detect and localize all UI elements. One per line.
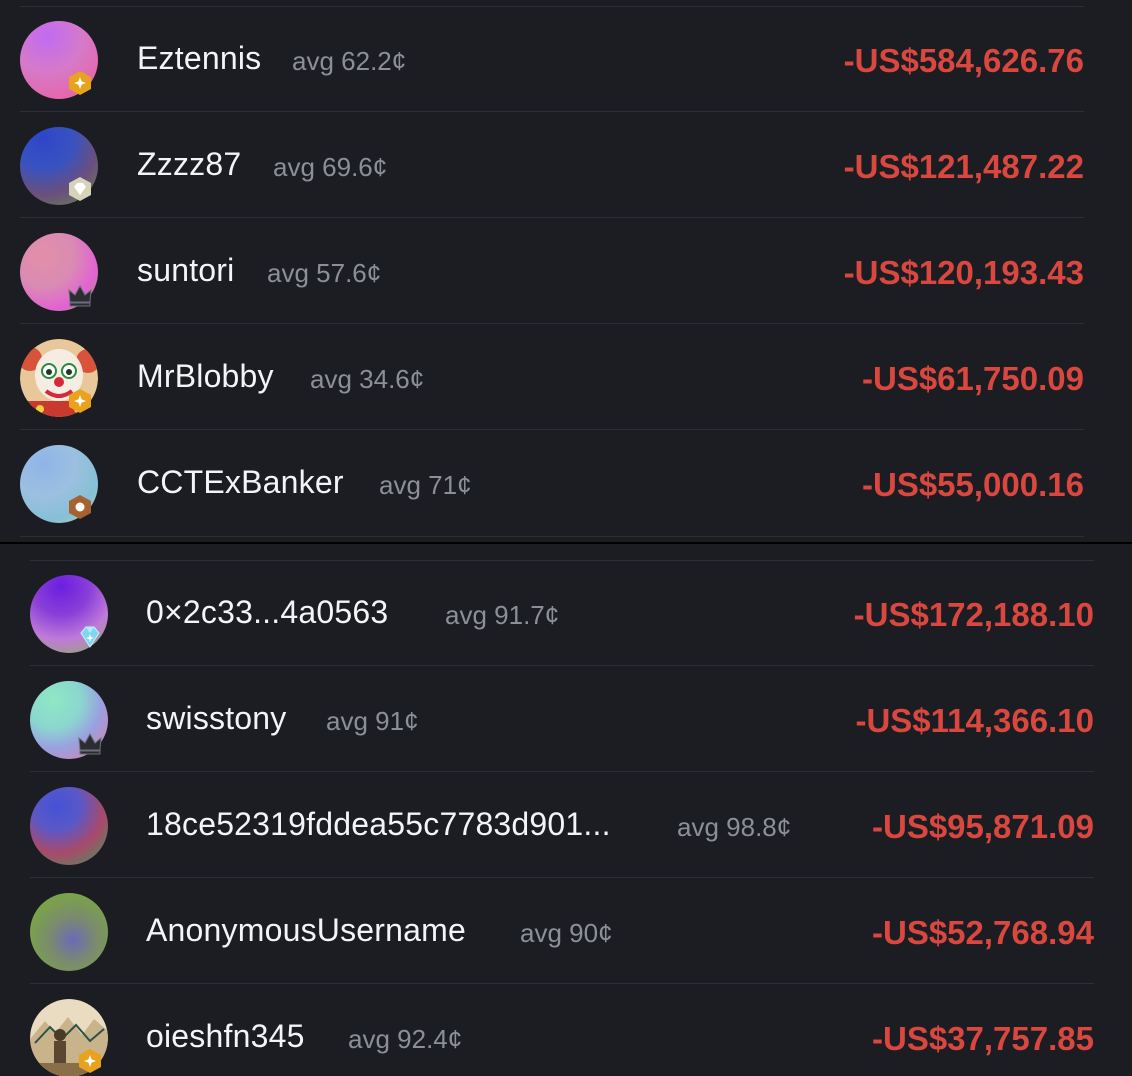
loss-amount: -US$37,757.85 <box>872 1020 1094 1057</box>
username[interactable]: AnonymousUsername <box>146 912 466 949</box>
average-price: avg 34.6¢ <box>310 364 425 394</box>
loss-amount: -US$121,487.22 <box>843 148 1084 185</box>
list-item[interactable]: 18ce52319fddea55c7783d901... avg 98.8¢ -… <box>30 772 1094 878</box>
top-leaderboard-panel: Eztennis avg 62.2¢ -US$584,626.76 Zzzz87… <box>0 0 1132 542</box>
average-price: avg 90¢ <box>520 918 613 948</box>
gold-plus-badge-icon <box>69 389 91 413</box>
crown-badge-icon <box>68 284 92 307</box>
average-price: avg 71¢ <box>379 470 472 500</box>
avatar[interactable] <box>30 787 108 865</box>
username[interactable]: swisstony <box>146 700 287 737</box>
list-item[interactable]: AnonymousUsername avg 90¢ -US$52,768.94 <box>30 878 1094 984</box>
username[interactable]: oieshfn345 <box>146 1018 305 1055</box>
average-price: avg 91.7¢ <box>445 600 560 630</box>
average-price: avg 62.2¢ <box>292 46 407 76</box>
average-price: avg 91¢ <box>326 706 419 736</box>
average-price: avg 69.6¢ <box>273 152 388 182</box>
diamond-badge-icon <box>80 626 100 648</box>
list-item[interactable]: 0×2c33...4a0563 avg 91.7¢ -US$172,188.10 <box>30 560 1094 666</box>
loss-amount: -US$584,626.76 <box>843 42 1084 79</box>
loss-amount: -US$95,871.09 <box>872 808 1094 845</box>
username[interactable]: Zzzz87 <box>137 146 241 183</box>
avatar[interactable] <box>30 893 108 971</box>
crown-badge-icon <box>78 732 102 755</box>
bottom-leaderboard-panel: 0×2c33...4a0563 avg 91.7¢ -US$172,188.10… <box>0 544 1132 1076</box>
loss-amount: -US$55,000.16 <box>862 466 1084 503</box>
gold-plus-badge-icon <box>79 1049 101 1073</box>
average-price: avg 98.8¢ <box>677 812 792 842</box>
username[interactable]: MrBlobby <box>137 358 274 395</box>
silver-gem-badge-icon <box>69 177 91 201</box>
list-item[interactable]: swisstony avg 91¢ -US$114,366.10 <box>30 666 1094 772</box>
list-item[interactable]: CCTExBanker avg 71¢ -US$55,000.16 <box>20 430 1084 536</box>
average-price: avg 57.6¢ <box>267 258 382 288</box>
average-price: avg 92.4¢ <box>348 1024 463 1054</box>
loss-amount: -US$61,750.09 <box>862 360 1084 397</box>
username[interactable]: 0×2c33...4a0563 <box>146 594 388 631</box>
loss-amount: -US$120,193.43 <box>843 254 1084 291</box>
list-item[interactable]: Eztennis avg 62.2¢ -US$584,626.76 <box>20 6 1084 112</box>
gold-plus-badge-icon <box>69 71 91 95</box>
list-item[interactable]: suntori avg 57.6¢ -US$120,193.43 <box>20 218 1084 324</box>
loss-amount: -US$52,768.94 <box>872 914 1094 951</box>
username[interactable]: suntori <box>137 252 234 289</box>
loss-amount: -US$172,188.10 <box>853 596 1094 633</box>
username[interactable]: CCTExBanker <box>137 464 344 501</box>
list-item[interactable]: Zzzz87 avg 69.6¢ -US$121,487.22 <box>20 112 1084 218</box>
list-item[interactable]: oieshfn345 avg 92.4¢ -US$37,757.85 <box>30 984 1094 1076</box>
bronze-badge-icon <box>69 495 91 519</box>
username[interactable]: 18ce52319fddea55c7783d901... <box>146 806 611 843</box>
list-item[interactable]: MrBlobby avg 34.6¢ -US$61,750.09 <box>20 324 1084 430</box>
loss-amount: -US$114,366.10 <box>855 702 1094 739</box>
username[interactable]: Eztennis <box>137 40 261 77</box>
divider <box>20 536 1084 537</box>
